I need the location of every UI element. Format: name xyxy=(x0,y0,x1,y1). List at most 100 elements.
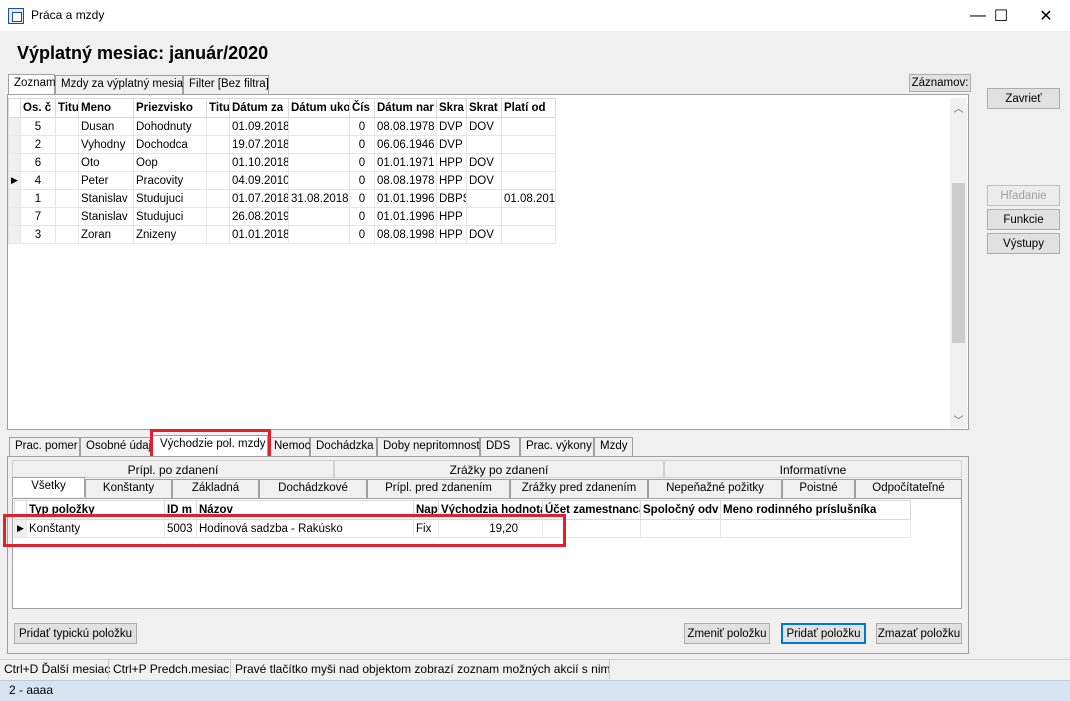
cat-tab-pripl-pred-zdanenim[interactable]: Prípl. pred zdanením xyxy=(367,479,510,498)
row-indicator[interactable] xyxy=(8,225,21,244)
tab-dds[interactable]: DDS xyxy=(480,437,520,456)
scroll-down-icon[interactable]: ﹀ xyxy=(952,412,965,427)
cat-tab-nepenazne-pozitky[interactable]: Nepeňažné požitky xyxy=(648,479,782,498)
window-title: Práca a mzdy xyxy=(31,8,105,22)
table-cell: Peter xyxy=(78,171,134,190)
group-zrazky-po-zdaneni[interactable]: Zrážky po zdanení xyxy=(334,460,664,478)
column-header[interactable]: Priezvisko xyxy=(133,98,207,118)
maximize-button[interactable]: ☐ xyxy=(978,0,1024,31)
search-button[interactable]: Hľadanie xyxy=(987,185,1060,206)
table-cell: 01.01.1971 xyxy=(374,153,437,172)
column-header[interactable]: Meno rodinného príslušníka xyxy=(720,500,911,520)
table-cell: 01.01.1996 xyxy=(374,207,437,226)
tab-nemoc[interactable]: Nemoc xyxy=(268,437,310,456)
current-row-indicator-icon[interactable]: ▶ xyxy=(8,171,21,190)
add-typical-item-button[interactable]: Pridať typickú položku xyxy=(14,623,137,644)
tab-prac-vykony[interactable]: Prac. výkony xyxy=(520,437,594,456)
column-header[interactable]: Spoločný odv xyxy=(640,500,721,520)
table-cell: HPP xyxy=(436,207,467,226)
group-informativne[interactable]: Informatívne xyxy=(664,460,962,478)
column-header[interactable]: Platí od xyxy=(501,98,556,118)
table-cell: HPP xyxy=(436,153,467,172)
cat-tab-zakladna[interactable]: Základná xyxy=(172,479,259,498)
cat-tab-odpocitatelne[interactable]: Odpočítateľné xyxy=(855,479,962,498)
tab-osobne-udaje[interactable]: Osobné údaje xyxy=(80,437,158,456)
app-icon xyxy=(8,8,24,24)
table-cell xyxy=(288,117,350,136)
table-cell: 08.08.1998 xyxy=(374,225,437,244)
table-row[interactable]: 7 Stanislav Studujuci 26.08.2019 0 01.01.1996… xyxy=(8,207,556,226)
table-cell: 01.10.2018 xyxy=(229,153,289,172)
table-cell xyxy=(466,135,502,154)
tab-mzdy-za-mesiac[interactable]: Mzdy za výplatný mesiac xyxy=(55,75,189,94)
scrollbar-thumb[interactable] xyxy=(952,183,965,343)
table-cell xyxy=(206,117,230,136)
tab-mzdy[interactable]: Mzdy xyxy=(594,437,633,456)
column-header[interactable]: Meno xyxy=(78,98,134,118)
column-header[interactable]: Čís xyxy=(349,98,375,118)
status-divider xyxy=(609,659,610,679)
tab-doby-nepritomnosti[interactable]: Doby nepritomnosti xyxy=(377,437,482,456)
scroll-up-icon[interactable]: ︿ xyxy=(952,100,965,115)
table-cell: 31.08.2018 xyxy=(288,189,350,208)
table-cell: DOV xyxy=(466,153,502,172)
outputs-button[interactable]: Výstupy xyxy=(987,233,1060,254)
table-row[interactable]: ▶ 4 Peter Pracovity 04.09.2010 0 08.08.1978 HPP… xyxy=(8,171,556,190)
table-cell: 0 xyxy=(349,207,375,226)
table-cell: 2 xyxy=(20,135,56,154)
status-divider xyxy=(108,659,109,679)
cat-tab-zrazky-pred-zdanenim[interactable]: Zrážky pred zdanením xyxy=(510,479,648,498)
table-row[interactable]: 6 Oto Oop 01.10.2018 0 01.01.1971 HPP DOV xyxy=(8,153,556,172)
table-cell: Studujuci xyxy=(133,189,207,208)
page-title: Výplatný mesiac: január/2020 xyxy=(17,43,269,63)
cat-tab-dochadzkove[interactable]: Dochádzkové xyxy=(259,479,367,498)
table-cell: HPP xyxy=(436,225,467,244)
status-divider xyxy=(230,659,231,679)
table-cell xyxy=(206,135,230,154)
delete-item-button[interactable]: Zmazať položku xyxy=(876,623,962,644)
highlight-item-row xyxy=(3,514,566,547)
tab-zoznam[interactable]: Zoznam xyxy=(8,74,56,94)
change-item-button[interactable]: Zmeniť položku xyxy=(684,623,770,644)
status-hint-next-month: Ctrl+D Ďalší mesiac xyxy=(4,662,111,676)
row-indicator[interactable] xyxy=(8,207,21,226)
footer-user: 2 - aaaa xyxy=(9,683,54,697)
column-header[interactable]: Os. č xyxy=(20,98,56,118)
table-cell xyxy=(206,225,230,244)
row-indicator[interactable] xyxy=(8,117,21,136)
table-cell: 0 xyxy=(349,225,375,244)
cat-tab-poistne[interactable]: Poistné xyxy=(782,479,855,498)
add-item-button[interactable]: Pridať položku xyxy=(781,623,866,644)
tab-prac-pomer[interactable]: Prac. pomer xyxy=(9,437,80,456)
close-button[interactable]: Zavrieť xyxy=(987,88,1060,109)
table-cell xyxy=(501,117,556,136)
table-row[interactable]: 5 Dusan Dohodnuty 01.09.2018 0 08.08.1978 DVP D… xyxy=(8,117,556,136)
table-row[interactable]: 2 Vyhodny Dochodca 19.07.2018 0 06.06.1946 DVP xyxy=(8,135,556,154)
table-cell: Studujuci xyxy=(133,207,207,226)
table-cell xyxy=(55,117,79,136)
table-cell: DOV xyxy=(466,171,502,190)
column-header[interactable]: Skrat xyxy=(466,98,502,118)
cat-tab-konstanty[interactable]: Konštanty xyxy=(85,479,172,498)
row-indicator[interactable] xyxy=(8,189,21,208)
group-pripl-po-zdaneni[interactable]: Prípl. po zdanení xyxy=(12,460,334,478)
column-header[interactable]: Dátum za xyxy=(229,98,289,118)
table-row[interactable]: 1 Stanislav Studujuci 01.07.2018 31.08.2018 0… xyxy=(8,189,556,208)
column-header[interactable]: Dátum nar xyxy=(374,98,437,118)
close-window-button[interactable]: ✕ xyxy=(1023,0,1069,31)
table-cell: Oto xyxy=(78,153,134,172)
column-header[interactable]: Dátum uko xyxy=(288,98,350,118)
table-cell xyxy=(55,153,79,172)
column-header[interactable]: Titu xyxy=(206,98,230,118)
table-cell xyxy=(55,171,79,190)
column-header[interactable]: Skra xyxy=(436,98,467,118)
tab-filter[interactable]: Filter [Bez filtra] xyxy=(183,75,269,94)
row-indicator[interactable] xyxy=(8,153,21,172)
functions-button[interactable]: Funkcie xyxy=(987,209,1060,230)
row-indicator[interactable] xyxy=(8,135,21,154)
column-header[interactable]: Titu xyxy=(55,98,79,118)
tab-dochadzka[interactable]: Dochádzka xyxy=(310,437,377,456)
cat-tab-vsetky[interactable]: Všetky xyxy=(12,477,85,497)
table-cell: 08.08.1978 xyxy=(374,117,437,136)
table-row[interactable]: 3 Zoran Znizeny 01.01.2018 0 08.08.1998 HPP DOV xyxy=(8,225,556,244)
